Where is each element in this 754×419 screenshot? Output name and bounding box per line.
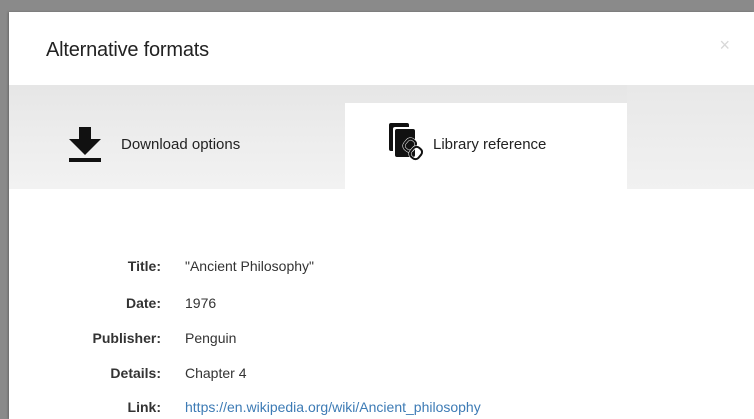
alternative-formats-dialog: Alternative formats × Download options L… <box>9 12 754 419</box>
tab-download-options-label: Download options <box>121 136 241 153</box>
details-label: Details: <box>110 365 161 381</box>
tab-download-options[interactable]: Download options <box>9 103 345 189</box>
reference-row-details: Details: Chapter 4 <box>9 365 754 389</box>
close-icon[interactable]: × <box>719 36 730 54</box>
reference-row-date: Date: 1976 <box>9 295 754 319</box>
publisher-value: Penguin <box>185 330 237 346</box>
tab-bar-filler <box>627 85 754 189</box>
title-value: "Ancient Philosophy" <box>185 258 315 274</box>
tab-bar: Download options Library reference <box>9 85 754 189</box>
tab-library-reference-label: Library reference <box>433 136 547 153</box>
reference-details: Title: "Ancient Philosophy" Date: 1976 P… <box>9 189 754 419</box>
link-label: Link: <box>127 399 161 415</box>
reference-row-publisher: Publisher: Penguin <box>9 330 754 354</box>
reference-row-link: Link: https://en.wikipedia.org/wiki/Anci… <box>9 399 754 419</box>
reference-link[interactable]: https://en.wikipedia.org/wiki/Ancient_ph… <box>185 399 481 415</box>
library-link-icon <box>389 123 424 161</box>
publisher-label: Publisher: <box>92 330 161 346</box>
date-label: Date: <box>125 295 161 311</box>
tab-library-reference[interactable]: Library reference <box>345 103 627 189</box>
reference-row-title: Title: "Ancient Philosophy" <box>9 258 754 282</box>
details-value: Chapter 4 <box>185 365 247 381</box>
dialog-title: Alternative formats <box>46 39 209 61</box>
dialog-header: Alternative formats × <box>9 12 754 85</box>
date-value: 1976 <box>185 295 217 311</box>
download-icon <box>69 127 101 162</box>
title-label: Title: <box>127 258 161 274</box>
